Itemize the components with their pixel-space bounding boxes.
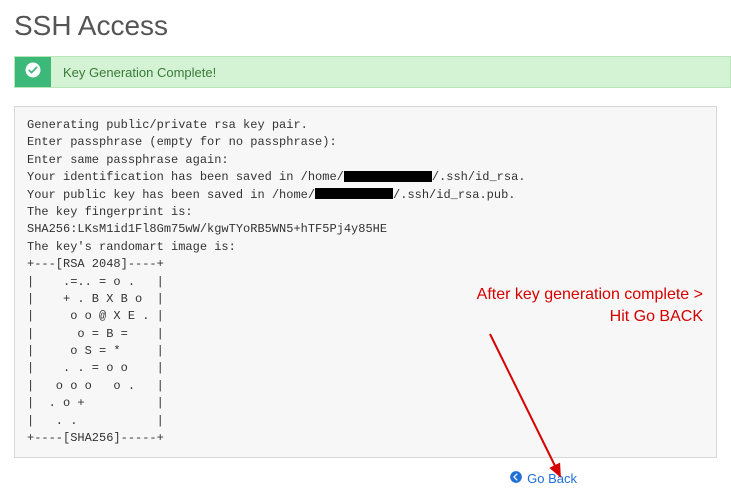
check-circle-icon: [24, 61, 42, 84]
alert-message: Key Generation Complete!: [51, 57, 228, 87]
success-icon-box: [15, 57, 51, 87]
redacted-text: [344, 171, 432, 182]
terminal-output: Generating public/private rsa key pair. …: [14, 106, 717, 458]
redacted-text: [315, 188, 393, 199]
page-title: SSH Access: [0, 0, 731, 56]
alert-success: Key Generation Complete!: [14, 56, 731, 88]
go-back-label: Go Back: [527, 471, 577, 486]
footer-actions: Go Back: [14, 470, 717, 489]
go-back-link[interactable]: Go Back: [509, 470, 577, 487]
circle-arrow-left-icon: [509, 470, 523, 487]
